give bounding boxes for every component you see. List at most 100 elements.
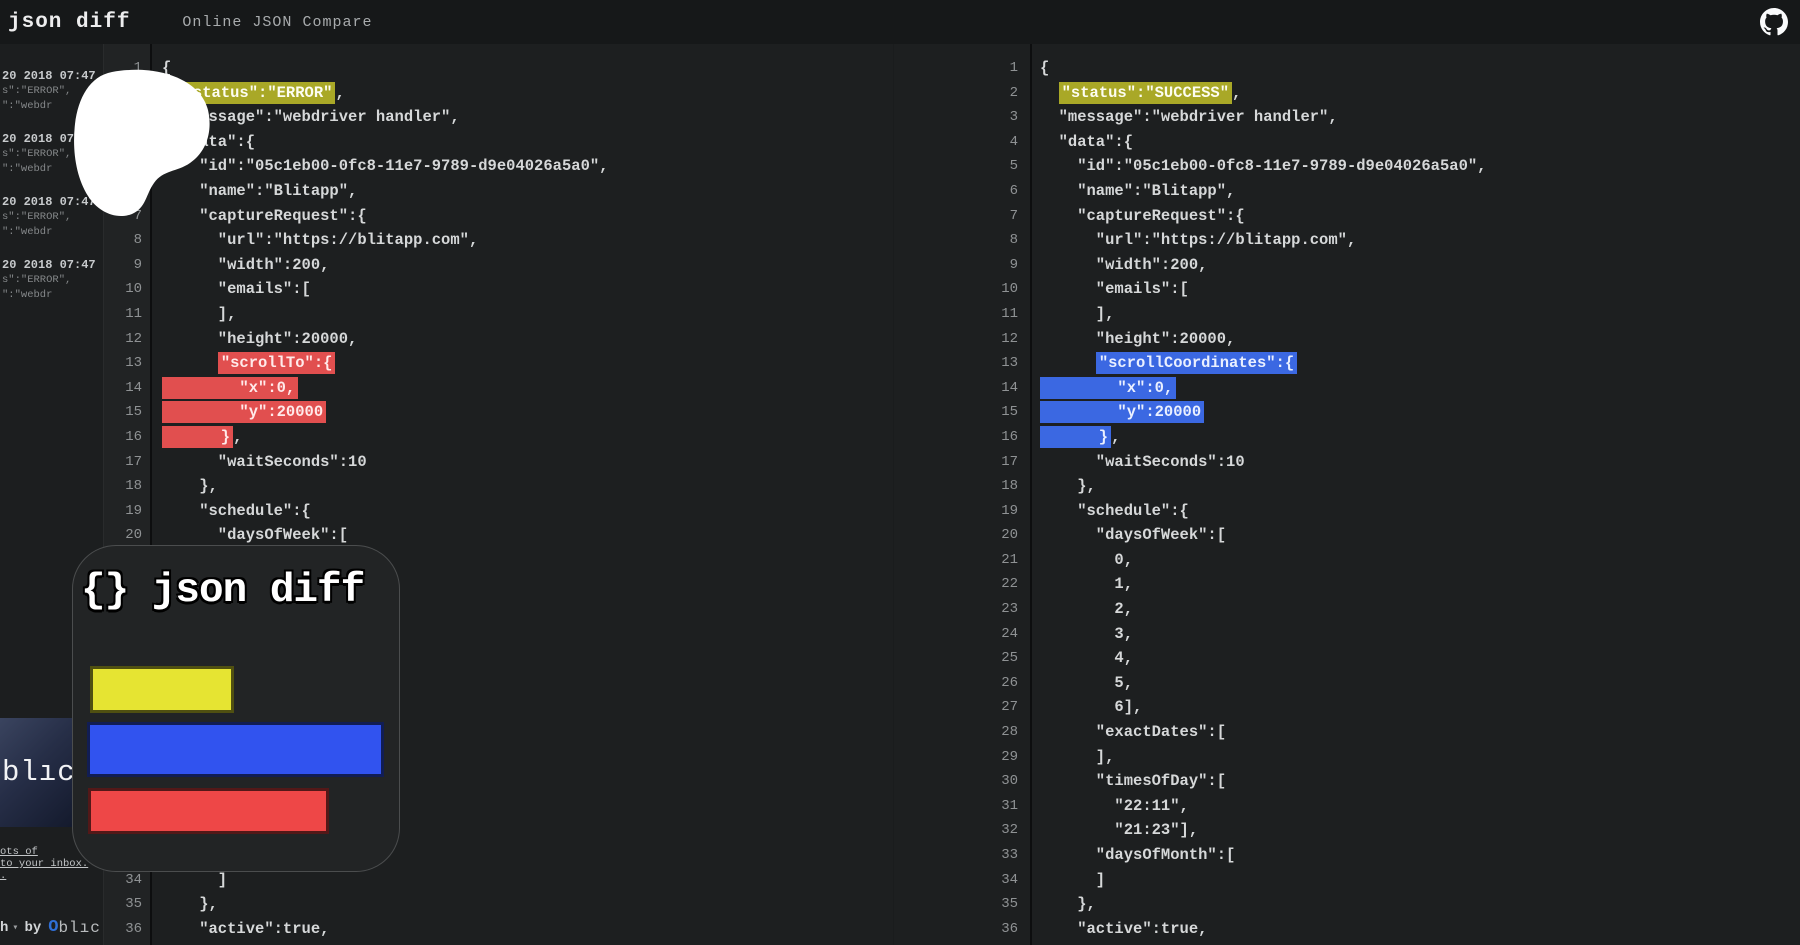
code-line[interactable]: 3, [1040, 622, 1800, 647]
app-subtitle: Online JSON Compare [182, 14, 372, 31]
code-segment: "id":"05c1eb00-0fc8-11e7-9789-d9e04026a5… [162, 157, 608, 175]
language-selector[interactable]: h [0, 920, 8, 936]
code-segment: , [1111, 428, 1120, 446]
blitapp-ad-logo[interactable]: blıc [0, 718, 72, 827]
line-number: 10 [894, 277, 1018, 302]
code-segment: "daysOfWeek":[ [162, 526, 348, 544]
code-line[interactable]: "data":{ [1040, 130, 1800, 155]
code-segment: "width":200, [1040, 256, 1207, 274]
code-line[interactable]: "width":200, [162, 253, 893, 278]
code-line[interactable]: "status":"ERROR", [162, 81, 893, 106]
code-line[interactable]: "active":true, [1040, 917, 1800, 942]
history-entry[interactable]: 20 2018 07:47s":"ERROR",":"webdr [0, 68, 103, 114]
code-line[interactable]: "status":"SUCCESS", [1040, 81, 1800, 106]
code-line[interactable]: }, [162, 425, 893, 450]
code-line[interactable]: "x":0, [1040, 376, 1800, 401]
code-segment: "name":"Blitapp", [1040, 182, 1235, 200]
code-line[interactable]: ] [1040, 868, 1800, 893]
code-line[interactable]: "schedule":{ [1040, 499, 1800, 524]
code-line[interactable]: 6], [1040, 695, 1800, 720]
code-line[interactable]: ], [162, 302, 893, 327]
code-line[interactable]: "y":20000 [1040, 400, 1800, 425]
code-line[interactable]: ], [1040, 745, 1800, 770]
history-entry[interactable]: 20 2018 07:47s":"ERROR",":"webdr [0, 194, 103, 240]
code-line[interactable]: }, [1040, 425, 1800, 450]
right-editor-gutter: 1234567891011121314151617181920212223242… [893, 44, 1032, 945]
code-line[interactable]: }, [1040, 892, 1800, 917]
code-line[interactable]: "daysOfMonth":[ [1040, 843, 1800, 868]
code-line[interactable]: "captureRequest":{ [162, 204, 893, 229]
code-line[interactable]: "height":20000, [162, 327, 893, 352]
github-link[interactable] [1760, 8, 1788, 36]
line-number: 18 [104, 474, 142, 499]
code-line[interactable]: "exactDates":[ [1040, 720, 1800, 745]
history-entry[interactable]: 20 2018 07:47s":"ERROR",":"webdr [0, 131, 103, 177]
oblic-brand-link[interactable]: blıc [58, 919, 100, 937]
code-segment: , [335, 84, 344, 102]
line-number: 8 [104, 228, 142, 253]
ad-links: ots of to your inbox. . [0, 846, 88, 882]
code-segment [162, 354, 218, 372]
code-line[interactable]: "emails":[ [162, 277, 893, 302]
code-line[interactable]: "name":"Blitapp", [1040, 179, 1800, 204]
code-line[interactable]: "message":"webdriver handler", [162, 105, 893, 130]
code-line[interactable]: "timesOfDay":[ [1040, 769, 1800, 794]
line-number: 29 [894, 745, 1018, 770]
chevron-down-icon[interactable]: ▾ [12, 922, 18, 934]
code-line[interactable]: "id":"05c1eb00-0fc8-11e7-9789-d9e04026a5… [162, 154, 893, 179]
line-number: 13 [894, 351, 1018, 376]
code-line[interactable]: "id":"05c1eb00-0fc8-11e7-9789-d9e04026a5… [1040, 154, 1800, 179]
code-segment: "data":{ [162, 133, 255, 151]
code-line[interactable]: "url":"https://blitapp.com", [162, 228, 893, 253]
code-line[interactable]: "21:23"], [1040, 818, 1800, 843]
diff-added-segment: "scrollCoordinates":{ [1096, 352, 1297, 374]
history-timestamp: 20 2018 07:47 [2, 131, 103, 147]
ad-link-line1[interactable]: ots of [0, 846, 88, 858]
top-bar: json diff Online JSON Compare [0, 0, 1800, 44]
diff-removed-segment: "scrollTo":{ [218, 352, 336, 374]
code-line[interactable]: "url":"https://blitapp.com", [1040, 228, 1800, 253]
code-line[interactable]: "data":{ [162, 130, 893, 155]
code-line[interactable]: 5, [1040, 671, 1800, 696]
code-line[interactable]: "width":200, [1040, 253, 1800, 278]
code-line[interactable]: 4, [1040, 646, 1800, 671]
code-segment: ], [1040, 748, 1114, 766]
code-line[interactable]: }, [162, 474, 893, 499]
code-line[interactable]: "emails":[ [1040, 277, 1800, 302]
code-line[interactable]: }, [1040, 474, 1800, 499]
line-number: 7 [104, 204, 142, 229]
code-line[interactable]: }, [162, 892, 893, 917]
oblic-brand-o[interactable]: O [48, 918, 58, 937]
code-line[interactable]: { [162, 56, 893, 81]
history-preview: ":"webdr [2, 99, 103, 114]
code-line[interactable]: { [1040, 56, 1800, 81]
code-line[interactable]: "waitSeconds":10 [162, 450, 893, 475]
code-line[interactable]: "schedule":{ [162, 499, 893, 524]
code-line[interactable]: "name":"Blitapp", [162, 179, 893, 204]
ad-link-line2[interactable]: to your inbox. [0, 858, 88, 870]
line-number: 4 [894, 130, 1018, 155]
line-number: 25 [894, 646, 1018, 671]
line-number: 28 [894, 720, 1018, 745]
right-editor-code[interactable]: { "status":"SUCCESS", "message":"webdriv… [1034, 44, 1800, 945]
history-entry[interactable]: 20 2018 07:47s":"ERROR",":"webdr [0, 257, 103, 303]
line-number: 10 [104, 277, 142, 302]
ad-link-line3[interactable]: . [0, 870, 88, 882]
code-line[interactable]: "daysOfWeek":[ [1040, 523, 1800, 548]
code-line[interactable]: ], [1040, 302, 1800, 327]
code-line[interactable]: "height":20000, [1040, 327, 1800, 352]
code-line[interactable]: "captureRequest":{ [1040, 204, 1800, 229]
code-segment: "exactDates":[ [1040, 723, 1226, 741]
code-line[interactable]: "22:11", [1040, 794, 1800, 819]
code-line[interactable]: "scrollCoordinates":{ [1040, 351, 1800, 376]
code-line[interactable]: "scrollTo":{ [162, 351, 893, 376]
code-line[interactable]: "y":20000 [162, 400, 893, 425]
code-line[interactable]: "waitSeconds":10 [1040, 450, 1800, 475]
code-line[interactable]: "message":"webdriver handler", [1040, 105, 1800, 130]
code-line[interactable]: "x":0, [162, 376, 893, 401]
code-line[interactable]: 2, [1040, 597, 1800, 622]
line-number: 34 [894, 868, 1018, 893]
code-line[interactable]: "active":true, [162, 917, 893, 942]
code-line[interactable]: 0, [1040, 548, 1800, 573]
code-line[interactable]: 1, [1040, 572, 1800, 597]
